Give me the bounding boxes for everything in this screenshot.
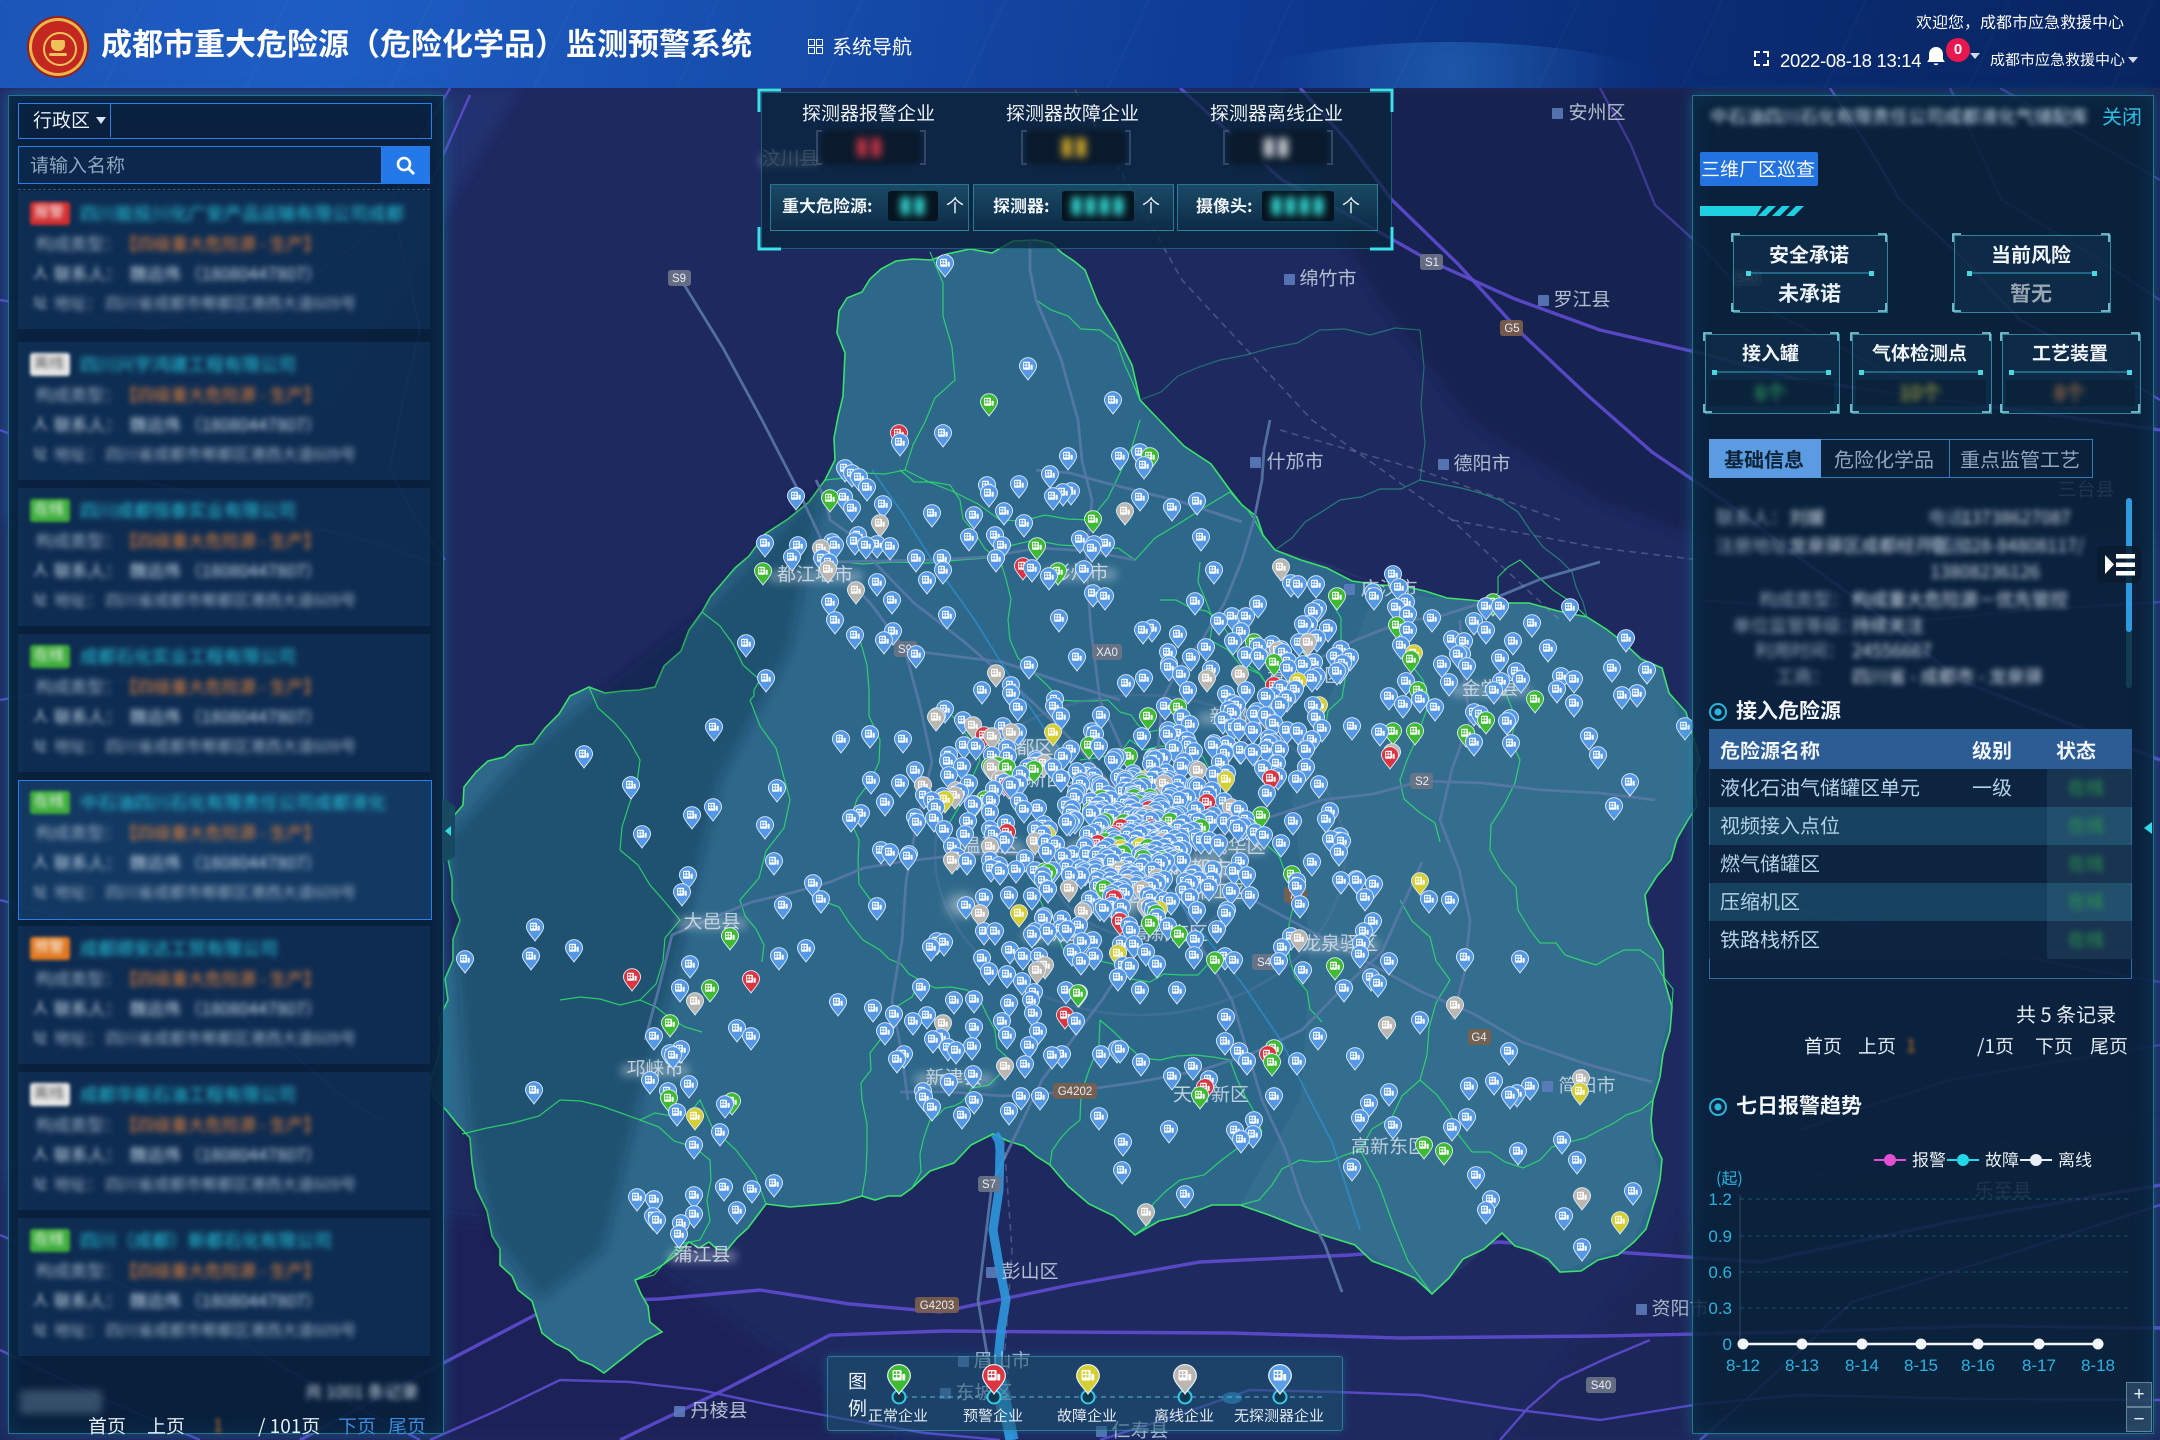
svg-text:S2: S2 — [1415, 776, 1429, 788]
svg-text:S7: S7 — [982, 1179, 996, 1191]
svg-text:S9: S9 — [672, 273, 686, 285]
svg-text:S4: S4 — [1257, 957, 1272, 969]
svg-text:XA0: XA0 — [1096, 647, 1118, 659]
svg-text:S1: S1 — [1425, 257, 1439, 269]
svg-text:G5: G5 — [1504, 323, 1519, 335]
svg-text:S40: S40 — [1591, 1380, 1611, 1392]
svg-text:G4: G4 — [1471, 1032, 1487, 1044]
svg-text:G4203: G4203 — [920, 1300, 955, 1312]
svg-text:G4202: G4202 — [1058, 1086, 1093, 1098]
